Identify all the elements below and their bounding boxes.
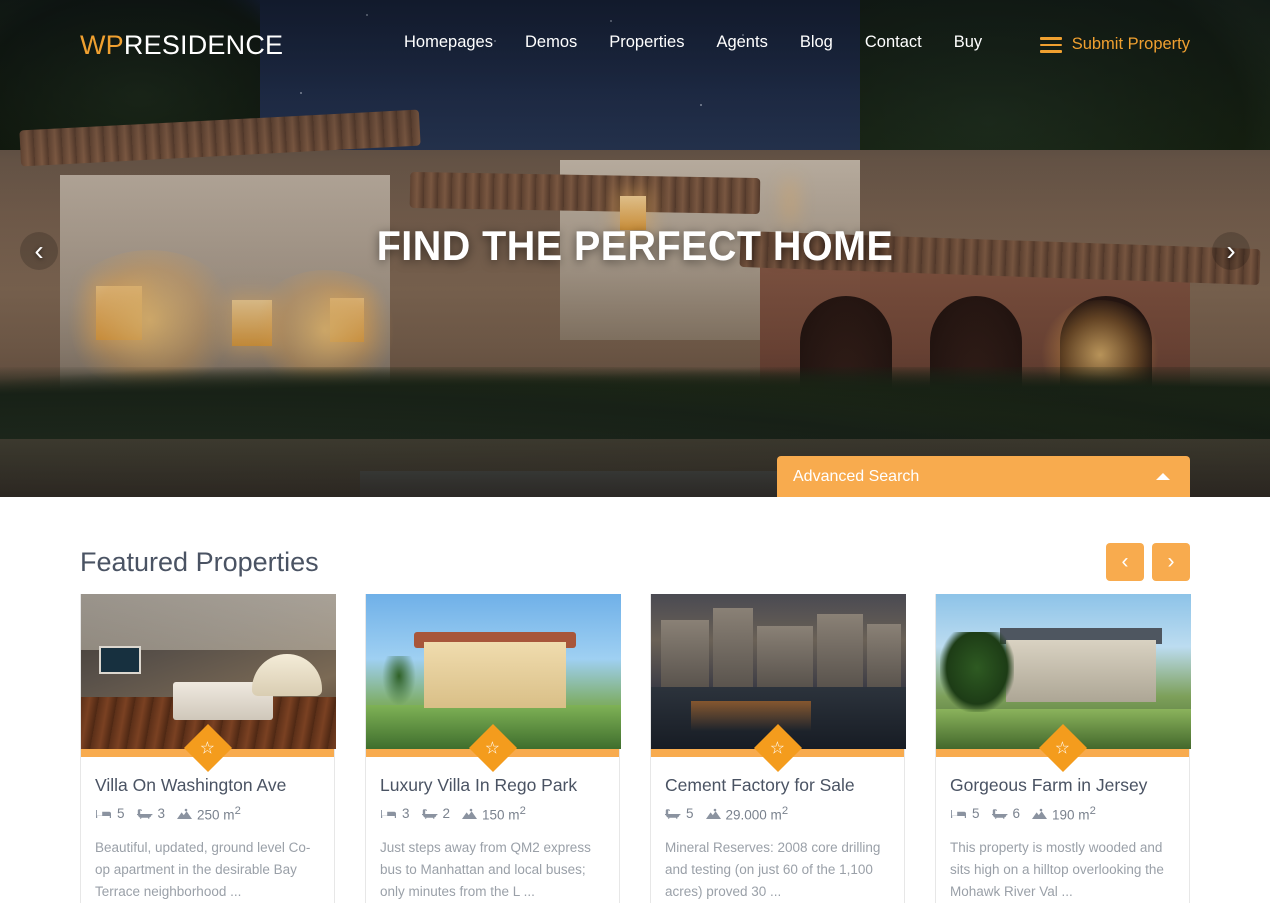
carousel-next-button[interactable]: ›	[1152, 543, 1190, 581]
bedrooms-stat: 5	[950, 806, 980, 821]
submit-property-label: Submit Property	[1071, 35, 1190, 54]
property-title[interactable]: Gorgeous Farm in Jersey	[950, 775, 1175, 796]
area-icon	[177, 808, 193, 819]
property-card-body: Cement Factory for Sale 5 29.000 m2 Mine…	[651, 757, 904, 903]
property-title[interactable]: Luxury Villa In Rego Park	[380, 775, 605, 796]
property-description: Beautiful, updated, ground level Co-op a…	[95, 839, 311, 899]
card-accent-bar: ☆	[81, 723, 334, 773]
bath-icon	[136, 808, 152, 819]
property-description: This property is mostly wooded and sits …	[950, 839, 1164, 899]
card-accent-bar: ☆	[651, 723, 904, 773]
chevron-right-icon[interactable]: ›	[1212, 232, 1250, 270]
property-card[interactable]: ☆ Cement Factory for Sale 5 29.000 m2 Mi…	[650, 594, 906, 903]
area-stat: 29.000 m2	[705, 805, 789, 823]
section-header: Featured Properties ‹ ›	[80, 543, 1190, 581]
property-title[interactable]: Villa On Washington Ave	[95, 775, 320, 796]
bathrooms-value: 3	[157, 806, 166, 822]
nav-item-properties[interactable]: Properties	[593, 33, 700, 52]
bed-icon	[96, 809, 111, 818]
property-card-body: Luxury Villa In Rego Park 3 2 150 m2 Jus…	[366, 757, 619, 903]
chevron-left-icon[interactable]: ‹	[20, 232, 58, 270]
bedrooms-stat: 5	[95, 806, 125, 821]
nav-item-blog[interactable]: Blog	[784, 33, 849, 52]
site-header: WPRESIDENCE Homepages Demos Properties A…	[0, 0, 1270, 88]
main-navigation: Homepages Demos Properties Agents Blog C…	[388, 33, 998, 52]
bathrooms-value: 6	[1012, 806, 1021, 822]
hero-slider: WPRESIDENCE Homepages Demos Properties A…	[0, 0, 1270, 497]
bath-icon	[421, 808, 437, 819]
nav-item-contact[interactable]: Contact	[849, 33, 938, 52]
bathrooms-stat: 5	[665, 806, 694, 821]
property-card[interactable]: ☆ Villa On Washington Ave 5 3 250 m2 Bea…	[80, 594, 336, 903]
hero-title: FIND THE PERFECT HOME	[376, 222, 894, 269]
logo-residence: RESIDENCE	[123, 30, 284, 60]
area-icon	[462, 808, 478, 819]
area-icon	[1032, 808, 1048, 819]
property-card[interactable]: ☆ Luxury Villa In Rego Park 3 2 150 m2 J…	[365, 594, 621, 903]
property-stats: 5 29.000 m2	[665, 805, 890, 823]
bathrooms-value: 5	[686, 806, 694, 822]
property-stats: 5 6 190 m2	[950, 805, 1175, 823]
property-title[interactable]: Cement Factory for Sale	[665, 775, 890, 796]
carousel-prev-button[interactable]: ‹	[1106, 543, 1144, 581]
property-card[interactable]: ☆ Gorgeous Farm in Jersey 5 6 190 m2 Thi…	[935, 594, 1191, 903]
logo-wp: WP	[80, 30, 124, 60]
area-value: 250 m2	[197, 805, 241, 823]
nav-item-demos[interactable]: Demos	[509, 33, 593, 52]
bedrooms-value: 5	[972, 806, 980, 822]
bed-icon	[951, 809, 966, 818]
bedrooms-value: 3	[402, 806, 410, 822]
area-value: 150 m2	[482, 805, 526, 823]
submit-property-button[interactable]: Submit Property	[1039, 33, 1190, 57]
page-title: Featured Properties	[80, 546, 319, 577]
bathrooms-value: 2	[442, 806, 451, 822]
bathrooms-stat: 3	[136, 806, 166, 822]
site-logo[interactable]: WPRESIDENCE	[80, 30, 283, 61]
property-stats: 5 3 250 m2	[95, 805, 320, 823]
caret-up-icon[interactable]	[1156, 473, 1170, 480]
bed-icon	[381, 809, 396, 818]
bathrooms-stat: 6	[991, 806, 1021, 822]
card-accent-bar: ☆	[936, 723, 1189, 773]
area-icon	[705, 808, 721, 819]
bath-icon	[991, 808, 1007, 819]
hamburger-icon[interactable]	[1039, 33, 1062, 57]
featured-properties-section: Featured Properties ‹ › ☆ Villa On Washi…	[0, 497, 1270, 916]
property-description: Just steps away from QM2 express bus to …	[380, 839, 591, 899]
area-stat: 190 m2	[1032, 805, 1096, 823]
advanced-search-toggle[interactable]: Advanced Search	[777, 456, 1190, 497]
nav-item-homepages[interactable]: Homepages	[388, 33, 509, 52]
card-accent-bar: ☆	[366, 723, 619, 773]
nav-item-buy[interactable]: Buy	[938, 33, 998, 52]
property-card-list: ☆ Villa On Washington Ave 5 3 250 m2 Bea…	[80, 594, 1191, 903]
property-description: Mineral Reserves: 2008 core drilling and…	[665, 839, 881, 899]
bathrooms-stat: 2	[421, 806, 451, 822]
area-stat: 150 m2	[462, 805, 526, 823]
area-stat: 250 m2	[177, 805, 241, 823]
property-card-body: Villa On Washington Ave 5 3 250 m2 Beaut…	[81, 757, 334, 903]
property-card-body: Gorgeous Farm in Jersey 5 6 190 m2 This …	[936, 757, 1189, 903]
property-stats: 3 2 150 m2	[380, 805, 605, 823]
bath-icon	[665, 808, 681, 819]
nav-item-agents[interactable]: Agents	[700, 33, 783, 52]
bedrooms-stat: 3	[380, 806, 410, 821]
bedrooms-value: 5	[117, 806, 125, 822]
advanced-search-label: Advanced Search	[793, 467, 920, 485]
area-value: 190 m2	[1052, 805, 1096, 823]
area-value: 29.000 m2	[725, 805, 789, 823]
carousel-navigation: ‹ ›	[1106, 543, 1190, 581]
